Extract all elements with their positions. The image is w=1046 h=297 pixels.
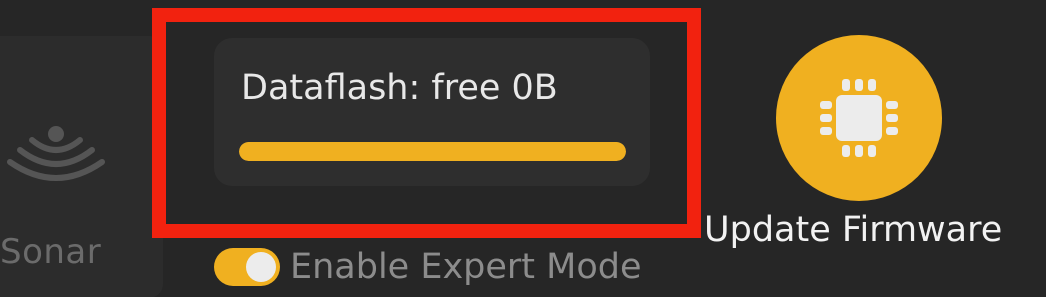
highlight-frame [152, 8, 701, 238]
stage: Sonar Dataflash: free 0B Enable Expert M… [0, 0, 1046, 297]
chip-icon [820, 79, 898, 157]
expert-mode-row[interactable]: Enable Expert Mode [214, 246, 642, 288]
expert-mode-label: Enable Expert Mode [290, 247, 642, 287]
update-firmware-button[interactable] [776, 35, 942, 201]
sensor-tile-sonar[interactable]: Sonar [0, 36, 163, 297]
update-firmware-label[interactable]: Update Firmware [704, 210, 1002, 250]
expert-mode-toggle[interactable] [214, 248, 280, 286]
sonar-icon [7, 126, 105, 181]
sonar-label: Sonar [0, 232, 102, 272]
toggle-knob [246, 252, 276, 282]
